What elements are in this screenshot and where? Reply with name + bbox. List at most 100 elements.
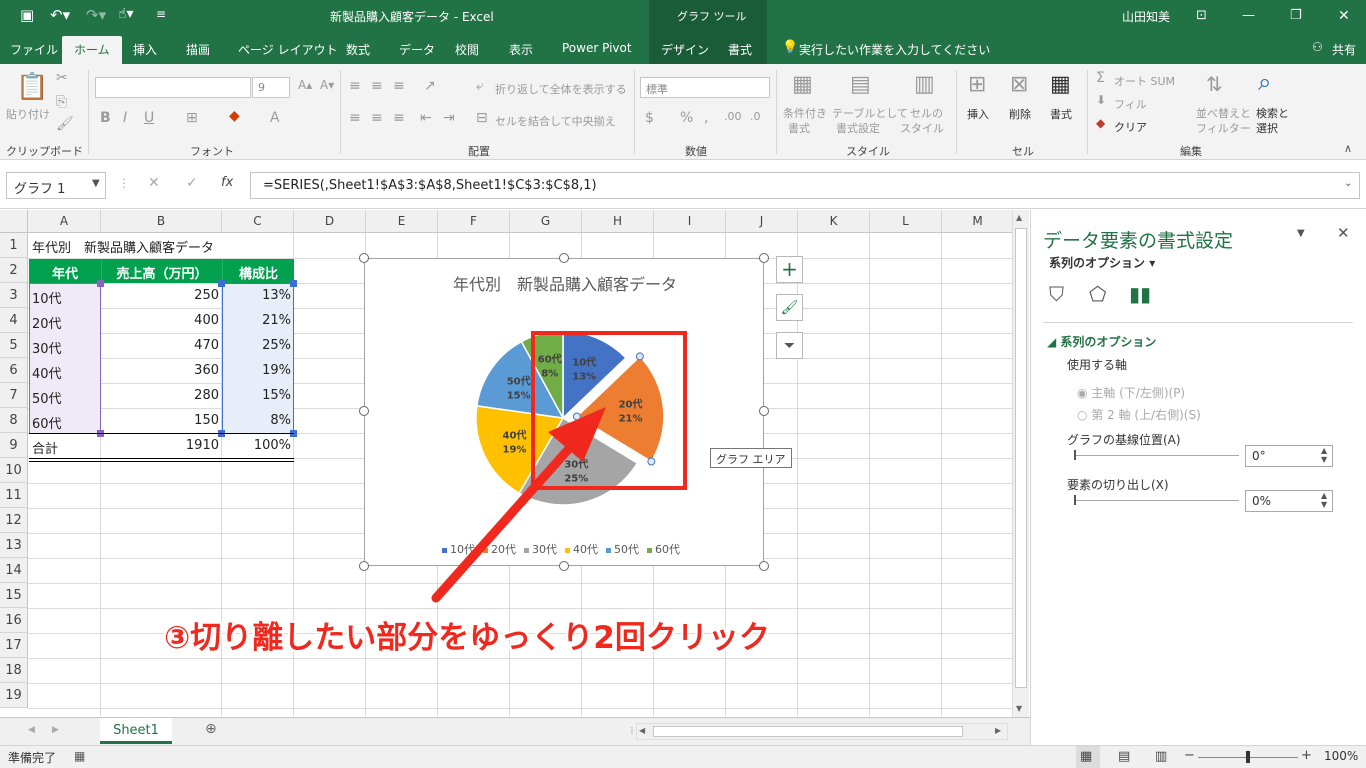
restore-icon[interactable]: ❐ — [1290, 8, 1302, 23]
explosion-slider[interactable] — [1075, 500, 1239, 501]
number-format-box[interactable]: 標準 — [640, 77, 770, 98]
cut-icon[interactable]: ✂ — [56, 70, 68, 86]
borders-icon[interactable]: ⊞ — [186, 110, 198, 126]
customize-qat-icon[interactable]: ≡ — [156, 7, 166, 21]
pane-close-icon[interactable]: ✕ — [1337, 224, 1350, 242]
name-box-dropdown-icon[interactable]: ▼ — [92, 178, 100, 189]
row-header[interactable]: 13 — [0, 533, 28, 558]
fill-color-icon[interactable]: ◆ — [229, 108, 240, 124]
font-color-icon[interactable]: A — [270, 110, 280, 126]
decrease-indent-icon[interactable]: ⇤ — [420, 110, 432, 126]
cell-styles-label1[interactable]: セルの — [910, 105, 943, 121]
cell-age[interactable]: 10代 — [29, 284, 101, 309]
tab-page-layout[interactable]: ページ レイアウト — [238, 41, 338, 58]
zoom-level[interactable]: 100% — [1324, 749, 1358, 763]
comma-icon[interactable]: , — [704, 110, 708, 126]
horizontal-scrollbar[interactable]: ◀ ▶ — [636, 723, 1008, 740]
zoom-slider-thumb[interactable] — [1246, 751, 1250, 763]
cell-age[interactable]: 50代 — [29, 384, 101, 409]
secondary-axis-radio[interactable]: ○ 第 2 軸 (上/右側)(S) — [1077, 406, 1201, 423]
sort-filter-label2[interactable]: フィルター — [1196, 120, 1251, 136]
row-header[interactable]: 18 — [0, 658, 28, 683]
paste-icon[interactable]: 📋 — [16, 72, 48, 102]
italic-icon[interactable]: I — [123, 110, 127, 126]
sort-filter-label1[interactable]: 並べ替えと — [1196, 105, 1251, 121]
column-header[interactable]: G — [510, 210, 582, 233]
touch-mode-icon[interactable]: ☝▾ — [118, 6, 134, 22]
collapse-ribbon-icon[interactable]: ∧ — [1344, 142, 1352, 155]
row-header[interactable]: 4 — [0, 308, 28, 333]
column-header[interactable]: B — [101, 210, 222, 233]
fill-line-icon[interactable]: ⛉ — [1049, 282, 1064, 306]
sheet-tab-sheet1[interactable]: Sheet1 — [100, 718, 172, 744]
scroll-up-icon[interactable]: ▲ — [1016, 213, 1022, 222]
ribbon-display-icon[interactable]: ⊡ — [1196, 8, 1207, 23]
column-header[interactable]: F — [438, 210, 510, 233]
row-header[interactable]: 10 — [0, 458, 28, 483]
tab-data[interactable]: データ — [399, 41, 435, 58]
cell-sales[interactable]: 470 — [101, 334, 222, 359]
cell-ratio[interactable]: 13% — [222, 284, 294, 309]
formula-input[interactable]: =SERIES(,Sheet1!$A$3:$A$8,Sheet1!$C$3:$C… — [250, 172, 1360, 199]
explosion-slider-thumb[interactable] — [1074, 495, 1076, 505]
header-cell-ratio[interactable]: 構成比 — [222, 259, 294, 283]
cell-age[interactable]: 40代 — [29, 359, 101, 384]
row-header[interactable]: 15 — [0, 583, 28, 608]
vertical-scrollbar[interactable]: ▲ ▼ — [1012, 210, 1029, 717]
page-layout-view-icon[interactable]: ▤ — [1118, 749, 1130, 764]
total-sales-cell[interactable]: 1910 — [101, 434, 222, 459]
fill-button[interactable]: フィル — [1114, 96, 1147, 112]
row-header[interactable]: 8 — [0, 408, 28, 433]
autosum-icon[interactable]: Σ — [1096, 70, 1105, 86]
sort-filter-icon[interactable]: ⇅ — [1206, 72, 1223, 96]
cell-ratio[interactable]: 15% — [222, 384, 294, 409]
row-header[interactable]: 16 — [0, 608, 28, 633]
enter-icon[interactable]: ✓ — [186, 175, 198, 191]
column-header[interactable]: J — [726, 210, 798, 233]
zoom-in-icon[interactable]: + — [1301, 748, 1312, 763]
explosion-spinner-icon[interactable]: ▲ ▼ — [1321, 491, 1327, 509]
column-header[interactable]: A — [28, 210, 101, 233]
save-icon[interactable]: ▣ — [20, 6, 34, 24]
tab-format[interactable]: 書式 — [728, 41, 752, 58]
angle-slider[interactable] — [1075, 455, 1239, 456]
font-size-box[interactable]: 9 — [252, 77, 290, 98]
percent-icon[interactable]: % — [680, 110, 693, 126]
delete-cells-icon[interactable]: ⊠ — [1010, 72, 1028, 97]
select-all-button[interactable] — [0, 210, 28, 233]
tell-me-input[interactable]: 実行したい作業を入力してください — [799, 41, 990, 58]
format-cells-button[interactable]: 書式 — [1050, 106, 1072, 122]
horizontal-scroll-thumb[interactable] — [653, 726, 963, 737]
insert-cells-button[interactable]: 挿入 — [967, 106, 989, 122]
row-header[interactable]: 19 — [0, 683, 28, 708]
row-header[interactable]: 1 — [0, 233, 28, 258]
paste-button[interactable]: 貼り付け — [6, 106, 50, 122]
tab-review[interactable]: 校閲 — [455, 41, 479, 58]
cell-ratio[interactable]: 21% — [222, 309, 294, 334]
scroll-left-icon[interactable]: ◀ — [639, 726, 645, 735]
tab-insert[interactable]: 挿入 — [133, 41, 157, 58]
effects-icon[interactable]: ⬠ — [1089, 282, 1106, 306]
align-top-icon[interactable]: ≡ — [349, 78, 361, 94]
format-as-table-icon[interactable]: ▤ — [850, 72, 871, 97]
column-header[interactable]: I — [654, 210, 726, 233]
font-name-box[interactable] — [95, 77, 251, 98]
prev-sheet-icon[interactable]: ◀ — [28, 725, 35, 735]
autosum-button[interactable]: オート SUM — [1114, 73, 1175, 89]
sheet-title-cell[interactable]: 年代別 新製品購入顧客データ — [29, 233, 289, 258]
series-options-icon[interactable]: ▮▮ — [1129, 282, 1151, 306]
clear-button[interactable]: クリア — [1114, 119, 1147, 135]
tab-draw[interactable]: 描画 — [186, 41, 210, 58]
column-header[interactable]: D — [294, 210, 366, 233]
series-options-dropdown[interactable]: 系列のオプション ▾ — [1049, 254, 1155, 271]
cancel-icon[interactable]: ✕ — [148, 175, 160, 191]
find-select-label2[interactable]: 選択 — [1256, 120, 1278, 136]
section-header[interactable]: ◢ 系列のオプション — [1047, 333, 1156, 350]
row-header[interactable]: 11 — [0, 483, 28, 508]
next-sheet-icon[interactable]: ▶ — [52, 725, 59, 735]
cell-ratio[interactable]: 25% — [222, 334, 294, 359]
user-name[interactable]: 山田知美 — [1122, 8, 1170, 25]
format-as-table-label1[interactable]: テーブルとして — [832, 105, 908, 121]
find-select-label1[interactable]: 検索と — [1256, 105, 1289, 121]
close-icon[interactable]: ✕ — [1338, 8, 1350, 24]
